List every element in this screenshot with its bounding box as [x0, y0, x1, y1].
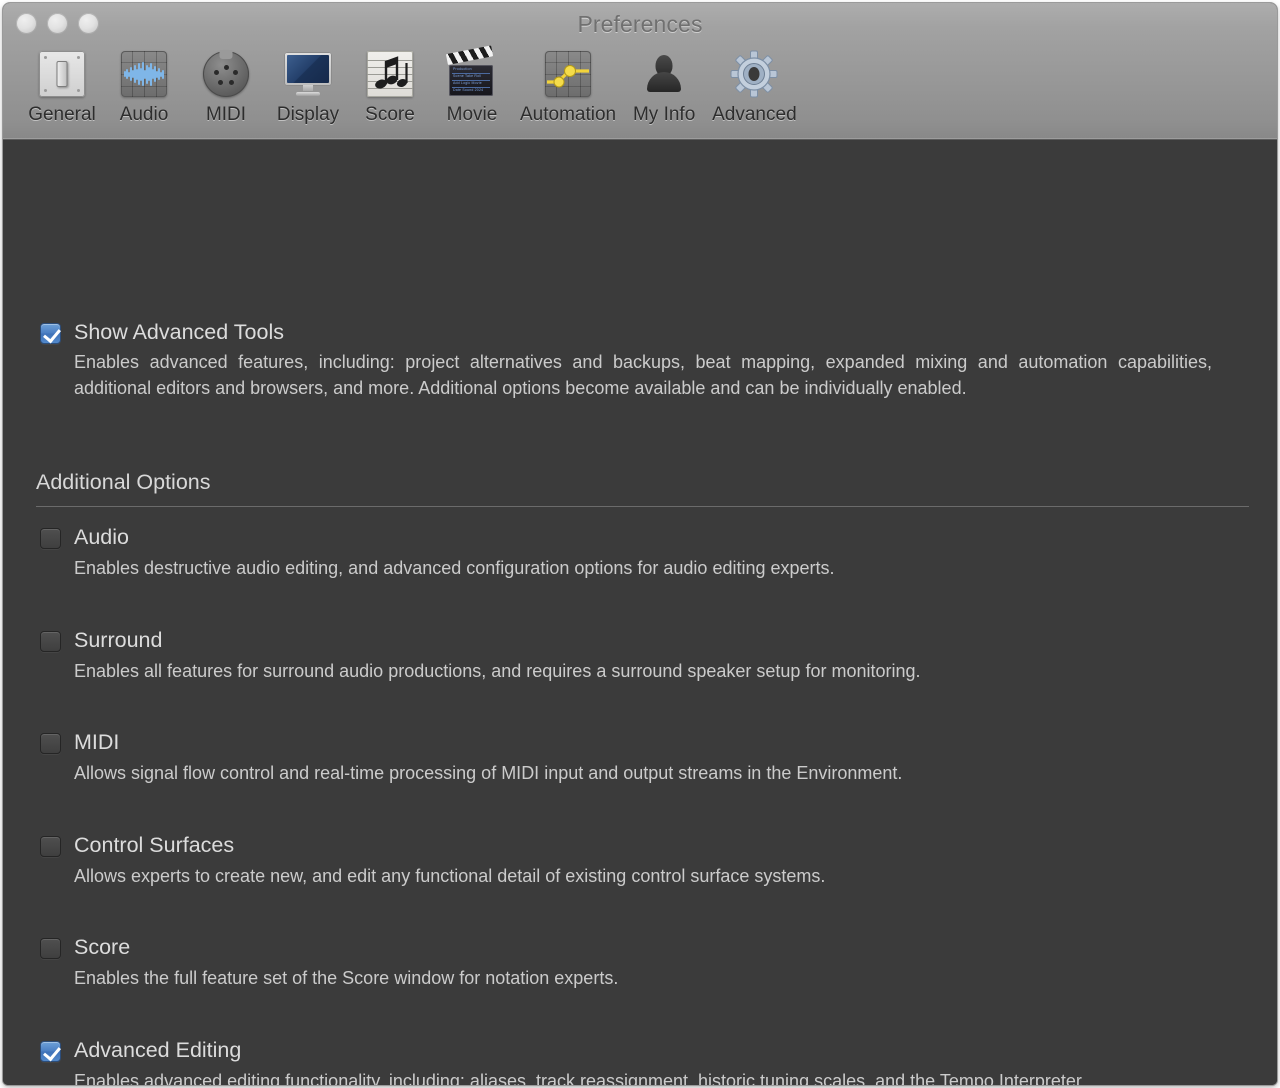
audio-waveform-icon [116, 46, 172, 102]
toolbar-label-display: Display [276, 104, 340, 125]
general-switch-icon [34, 46, 90, 102]
toolbar-label-score: Score [365, 104, 415, 125]
toolbar-label-general: General [28, 104, 96, 125]
automation-curve-icon [540, 46, 596, 102]
toolbar-label-automation: Automation [520, 104, 617, 125]
description-advanced-editing: Enables advanced editing functionality, … [74, 1071, 1086, 1085]
description-midi: Allows signal flow control and real-time… [74, 763, 903, 783]
clapboard-headers-text: Scene Take Roll [453, 74, 482, 78]
description-score: Enables the full feature set of the Scor… [74, 968, 619, 988]
additional-options-section: Additional Options [36, 470, 1249, 507]
toolbar-item-advanced[interactable]: Advanced [705, 46, 804, 126]
clapboard-footer-text: Date Sound 2024 [453, 88, 484, 92]
display-monitor-icon [280, 46, 336, 102]
toolbar-item-automation[interactable]: Automation [513, 46, 623, 126]
description-audio: Enables destructive audio editing, and a… [74, 558, 835, 578]
label-surround: Surround [74, 628, 163, 652]
toolbar-item-midi[interactable]: MIDI [185, 46, 267, 126]
section-title-additional-options: Additional Options [36, 470, 211, 494]
movie-clapboard-icon: Production Scene Take Roll Add Logic Mov… [444, 45, 500, 102]
clapboard-title-text: Add Logic Movie [453, 81, 482, 85]
toolbar-item-audio[interactable]: Audio [103, 46, 185, 126]
checkbox-advanced-editing[interactable] [40, 1041, 61, 1062]
checkbox-surround[interactable] [40, 631, 61, 652]
label-show-advanced-tools: Show Advanced Tools [74, 320, 284, 344]
description-surround: Enables all features for surround audio … [74, 661, 921, 681]
toolbar-item-score[interactable]: Score [349, 46, 431, 126]
advanced-preferences-pane: Show Advanced Tools Enables advanced fea… [3, 140, 1277, 1085]
window-title: Preferences [577, 11, 703, 37]
description-control-surfaces: Allows experts to create new, and edit a… [74, 866, 826, 886]
advanced-gear-icon [726, 46, 782, 102]
preferences-toolbar: General Audio MIDI Display Score Product… [21, 45, 804, 126]
midi-port-icon [198, 46, 254, 102]
toolbar-label-advanced: Advanced [712, 104, 797, 125]
checkbox-control-surfaces[interactable] [40, 836, 61, 857]
my-info-person-icon [636, 46, 692, 102]
checkbox-score[interactable] [40, 938, 61, 959]
toolbar-item-movie[interactable]: Production Scene Take Roll Add Logic Mov… [431, 45, 513, 126]
label-advanced-editing: Advanced Editing [74, 1038, 242, 1062]
toolbar-item-general[interactable]: General [21, 46, 103, 126]
section-divider [36, 506, 1249, 507]
score-notation-icon [362, 46, 418, 102]
toolbar-label-movie: Movie [446, 104, 498, 125]
toolbar-label-midi: MIDI [205, 104, 247, 125]
toolbar-item-my-info[interactable]: My Info [623, 46, 705, 126]
toolbar-label-my-info: My Info [632, 104, 696, 125]
toolbar-label-audio: Audio [119, 104, 169, 125]
label-midi: MIDI [74, 730, 120, 754]
preferences-window: Preferences General Audio MIDI Display S… [3, 3, 1277, 1085]
description-show-advanced-tools: Enables advanced features, including: pr… [74, 352, 1212, 398]
label-audio: Audio [74, 525, 129, 549]
toolbar-item-display[interactable]: Display [267, 46, 349, 126]
label-control-surfaces: Control Surfaces [74, 833, 235, 857]
checkbox-audio[interactable] [40, 528, 61, 549]
checkbox-show-advanced-tools[interactable] [40, 323, 61, 344]
window-chrome: Preferences General Audio MIDI Display S… [3, 3, 1277, 140]
label-score: Score [74, 935, 131, 959]
checkbox-midi[interactable] [40, 733, 61, 754]
clapboard-production-text: Production [453, 67, 472, 71]
